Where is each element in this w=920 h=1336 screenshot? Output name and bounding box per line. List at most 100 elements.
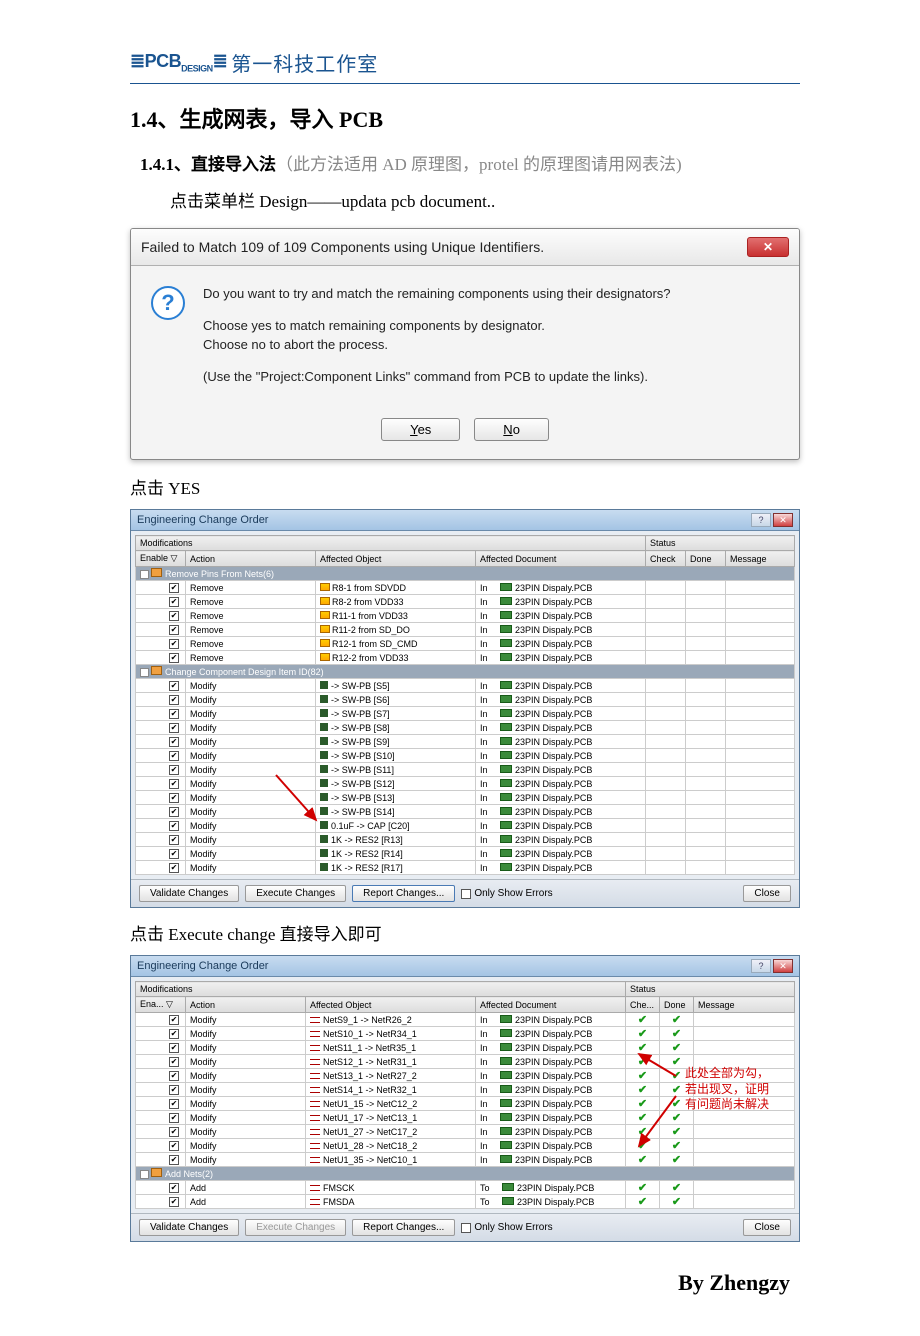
table-row[interactable]: ✔ Remove R11-2 from SD_DO In 23PIN Dispa… [136,623,795,637]
col-message[interactable]: Message [694,997,795,1013]
checkbox-icon[interactable]: ✔ [169,835,179,845]
checkbox-icon[interactable]: ✔ [169,1141,179,1151]
col-action[interactable]: Action [186,551,316,567]
execute-button[interactable]: Execute Changes [245,1219,346,1236]
report-button[interactable]: Report Changes... [352,885,455,902]
checkbox-icon[interactable]: ✔ [169,597,179,607]
table-row[interactable]: ✔ Modify -> SW-PB [S8] In 23PIN Dispaly.… [136,721,795,735]
subsection-heading: 1.4.1、直接导入法（此方法适用 AD 原理图，protel 的原理图请用网表… [130,150,800,175]
no-button[interactable]: No [474,418,549,441]
execute-button[interactable]: Execute Changes [245,885,346,902]
group-header[interactable]: −Remove Pins From Nets(6) [136,567,795,581]
report-button[interactable]: Report Changes... [352,1219,455,1236]
only-errors-checkbox[interactable]: Only Show Errors [461,888,552,899]
checkbox-icon[interactable]: ✔ [169,723,179,733]
header-divider [130,83,800,84]
checkbox-icon[interactable]: ✔ [169,709,179,719]
col-affobj[interactable]: Affected Object [306,997,476,1013]
checkbox-icon[interactable]: ✔ [169,1113,179,1123]
checkbox-icon[interactable]: ✔ [169,807,179,817]
table-row[interactable]: ✔ Modify NetS11_1 -> NetR35_1 In 23PIN D… [136,1041,795,1055]
checkbox-icon[interactable]: ✔ [169,625,179,635]
checkbox-icon[interactable]: ✔ [169,583,179,593]
checkbox-icon[interactable]: ✔ [169,737,179,747]
checkbox-icon[interactable]: ✔ [169,611,179,621]
table-row[interactable]: ✔ Modify -> SW-PB [S13] In 23PIN Dispaly… [136,791,795,805]
checkbox-icon[interactable]: ✔ [169,695,179,705]
table-row[interactable]: ✔ Modify NetS10_1 -> NetR34_1 In 23PIN D… [136,1027,795,1041]
checkbox-icon[interactable]: ✔ [169,1071,179,1081]
checkbox-icon[interactable]: ✔ [169,1197,179,1207]
eco-titlebar: Engineering Change Order ? ✕ [131,956,799,977]
close-button[interactable]: Close [743,885,791,902]
col-affobj[interactable]: Affected Object [316,551,476,567]
table-row[interactable]: ✔ Modify -> SW-PB [S7] In 23PIN Dispaly.… [136,707,795,721]
table-row[interactable]: ✔ Modify -> SW-PB [S11] In 23PIN Dispaly… [136,763,795,777]
checkbox-icon[interactable]: ✔ [169,1043,179,1053]
checkbox-icon[interactable]: ✔ [169,1099,179,1109]
checkbox-icon[interactable]: ✔ [169,1155,179,1165]
col-done[interactable]: Done [686,551,726,567]
table-row[interactable]: ✔ Modify NetS9_1 -> NetR26_2 In 23PIN Di… [136,1013,795,1027]
checkbox-icon[interactable]: ✔ [169,1029,179,1039]
table-row[interactable]: ✔ Add FMSCK To 23PIN Dispaly.PCB ✔ ✔ [136,1181,795,1195]
close-button[interactable]: ✕ [747,237,789,257]
checkbox-icon[interactable]: ✔ [169,1085,179,1095]
col-affdoc[interactable]: Affected Document [476,997,626,1013]
yes-button[interactable]: Yes [381,418,460,441]
col-enable[interactable]: Enable ▽ [136,551,186,567]
close-button[interactable]: ✕ [773,959,793,973]
table-row[interactable]: ✔ Add FMSDA To 23PIN Dispaly.PCB ✔ ✔ [136,1195,795,1209]
table-row[interactable]: ✔ Modify 0.1uF -> CAP [C20] In 23PIN Dis… [136,819,795,833]
checkbox-icon[interactable]: ✔ [169,779,179,789]
table-row[interactable]: ✔ Modify -> SW-PB [S14] In 23PIN Dispaly… [136,805,795,819]
group-header[interactable]: −Change Component Design Item ID(82) [136,665,795,679]
checkbox-icon[interactable]: ✔ [169,639,179,649]
checkbox-icon[interactable]: ✔ [169,1183,179,1193]
help-button[interactable]: ? [751,513,771,527]
checkbox-icon[interactable]: ✔ [169,1057,179,1067]
checkbox-icon[interactable]: ✔ [169,793,179,803]
table-row[interactable]: ✔ Remove R8-2 from VDD33 In 23PIN Dispal… [136,595,795,609]
close-button[interactable]: ✕ [773,513,793,527]
checkbox-icon[interactable]: ✔ [169,765,179,775]
table-row[interactable]: ✔ Modify -> SW-PB [S6] In 23PIN Dispaly.… [136,693,795,707]
group-header[interactable]: −Add Nets(2) [136,1167,795,1181]
table-row[interactable]: ✔ Modify -> SW-PB [S12] In 23PIN Dispaly… [136,777,795,791]
col-affdoc[interactable]: Affected Document [476,551,646,567]
only-errors-checkbox[interactable]: Only Show Errors [461,1222,552,1233]
col-enable[interactable]: Ena... ▽ [136,997,186,1013]
col-action[interactable]: Action [186,997,306,1013]
table-row[interactable]: ✔ Remove R8-1 from SDVDD In 23PIN Dispal… [136,581,795,595]
checkbox-icon[interactable]: ✔ [169,751,179,761]
validate-button[interactable]: Validate Changes [139,1219,239,1236]
table-row[interactable]: ✔ Modify -> SW-PB [S10] In 23PIN Dispaly… [136,749,795,763]
checkbox-icon[interactable]: ✔ [169,1015,179,1025]
table-row[interactable]: ✔ Modify 1K -> RES2 [R13] In 23PIN Dispa… [136,833,795,847]
checkbox-icon[interactable]: ✔ [169,681,179,691]
close-button[interactable]: Close [743,1219,791,1236]
col-status: Status [646,536,795,551]
help-button[interactable]: ? [751,959,771,973]
table-row[interactable]: ✔ Modify NetU1_28 -> NetC18_2 In 23PIN D… [136,1139,795,1153]
table-row[interactable]: ✔ Remove R12-1 from SD_CMD In 23PIN Disp… [136,637,795,651]
col-done[interactable]: Done [660,997,694,1013]
col-message[interactable]: Message [726,551,795,567]
table-row[interactable]: ✔ Remove R11-1 from VDD33 In 23PIN Dispa… [136,609,795,623]
table-row[interactable]: ✔ Modify -> SW-PB [S5] In 23PIN Dispaly.… [136,679,795,693]
table-row[interactable]: ✔ Modify NetU1_35 -> NetC10_1 In 23PIN D… [136,1153,795,1167]
checkbox-icon[interactable]: ✔ [169,653,179,663]
checkbox-icon[interactable]: ✔ [169,849,179,859]
table-row[interactable]: ✔ Modify 1K -> RES2 [R14] In 23PIN Dispa… [136,847,795,861]
eco-grid[interactable]: Modifications Status Enable ▽ Action Aff… [135,535,795,875]
checkbox-icon[interactable]: ✔ [169,1127,179,1137]
validate-button[interactable]: Validate Changes [139,885,239,902]
checkbox-icon[interactable]: ✔ [169,863,179,873]
checkbox-icon[interactable]: ✔ [169,821,179,831]
col-check[interactable]: Check [646,551,686,567]
table-row[interactable]: ✔ Modify 1K -> RES2 [R17] In 23PIN Dispa… [136,861,795,875]
table-row[interactable]: ✔ Modify NetU1_27 -> NetC17_2 In 23PIN D… [136,1125,795,1139]
table-row[interactable]: ✔ Modify -> SW-PB [S9] In 23PIN Dispaly.… [136,735,795,749]
table-row[interactable]: ✔ Remove R12-2 from VDD33 In 23PIN Dispa… [136,651,795,665]
col-check[interactable]: Che... [626,997,660,1013]
